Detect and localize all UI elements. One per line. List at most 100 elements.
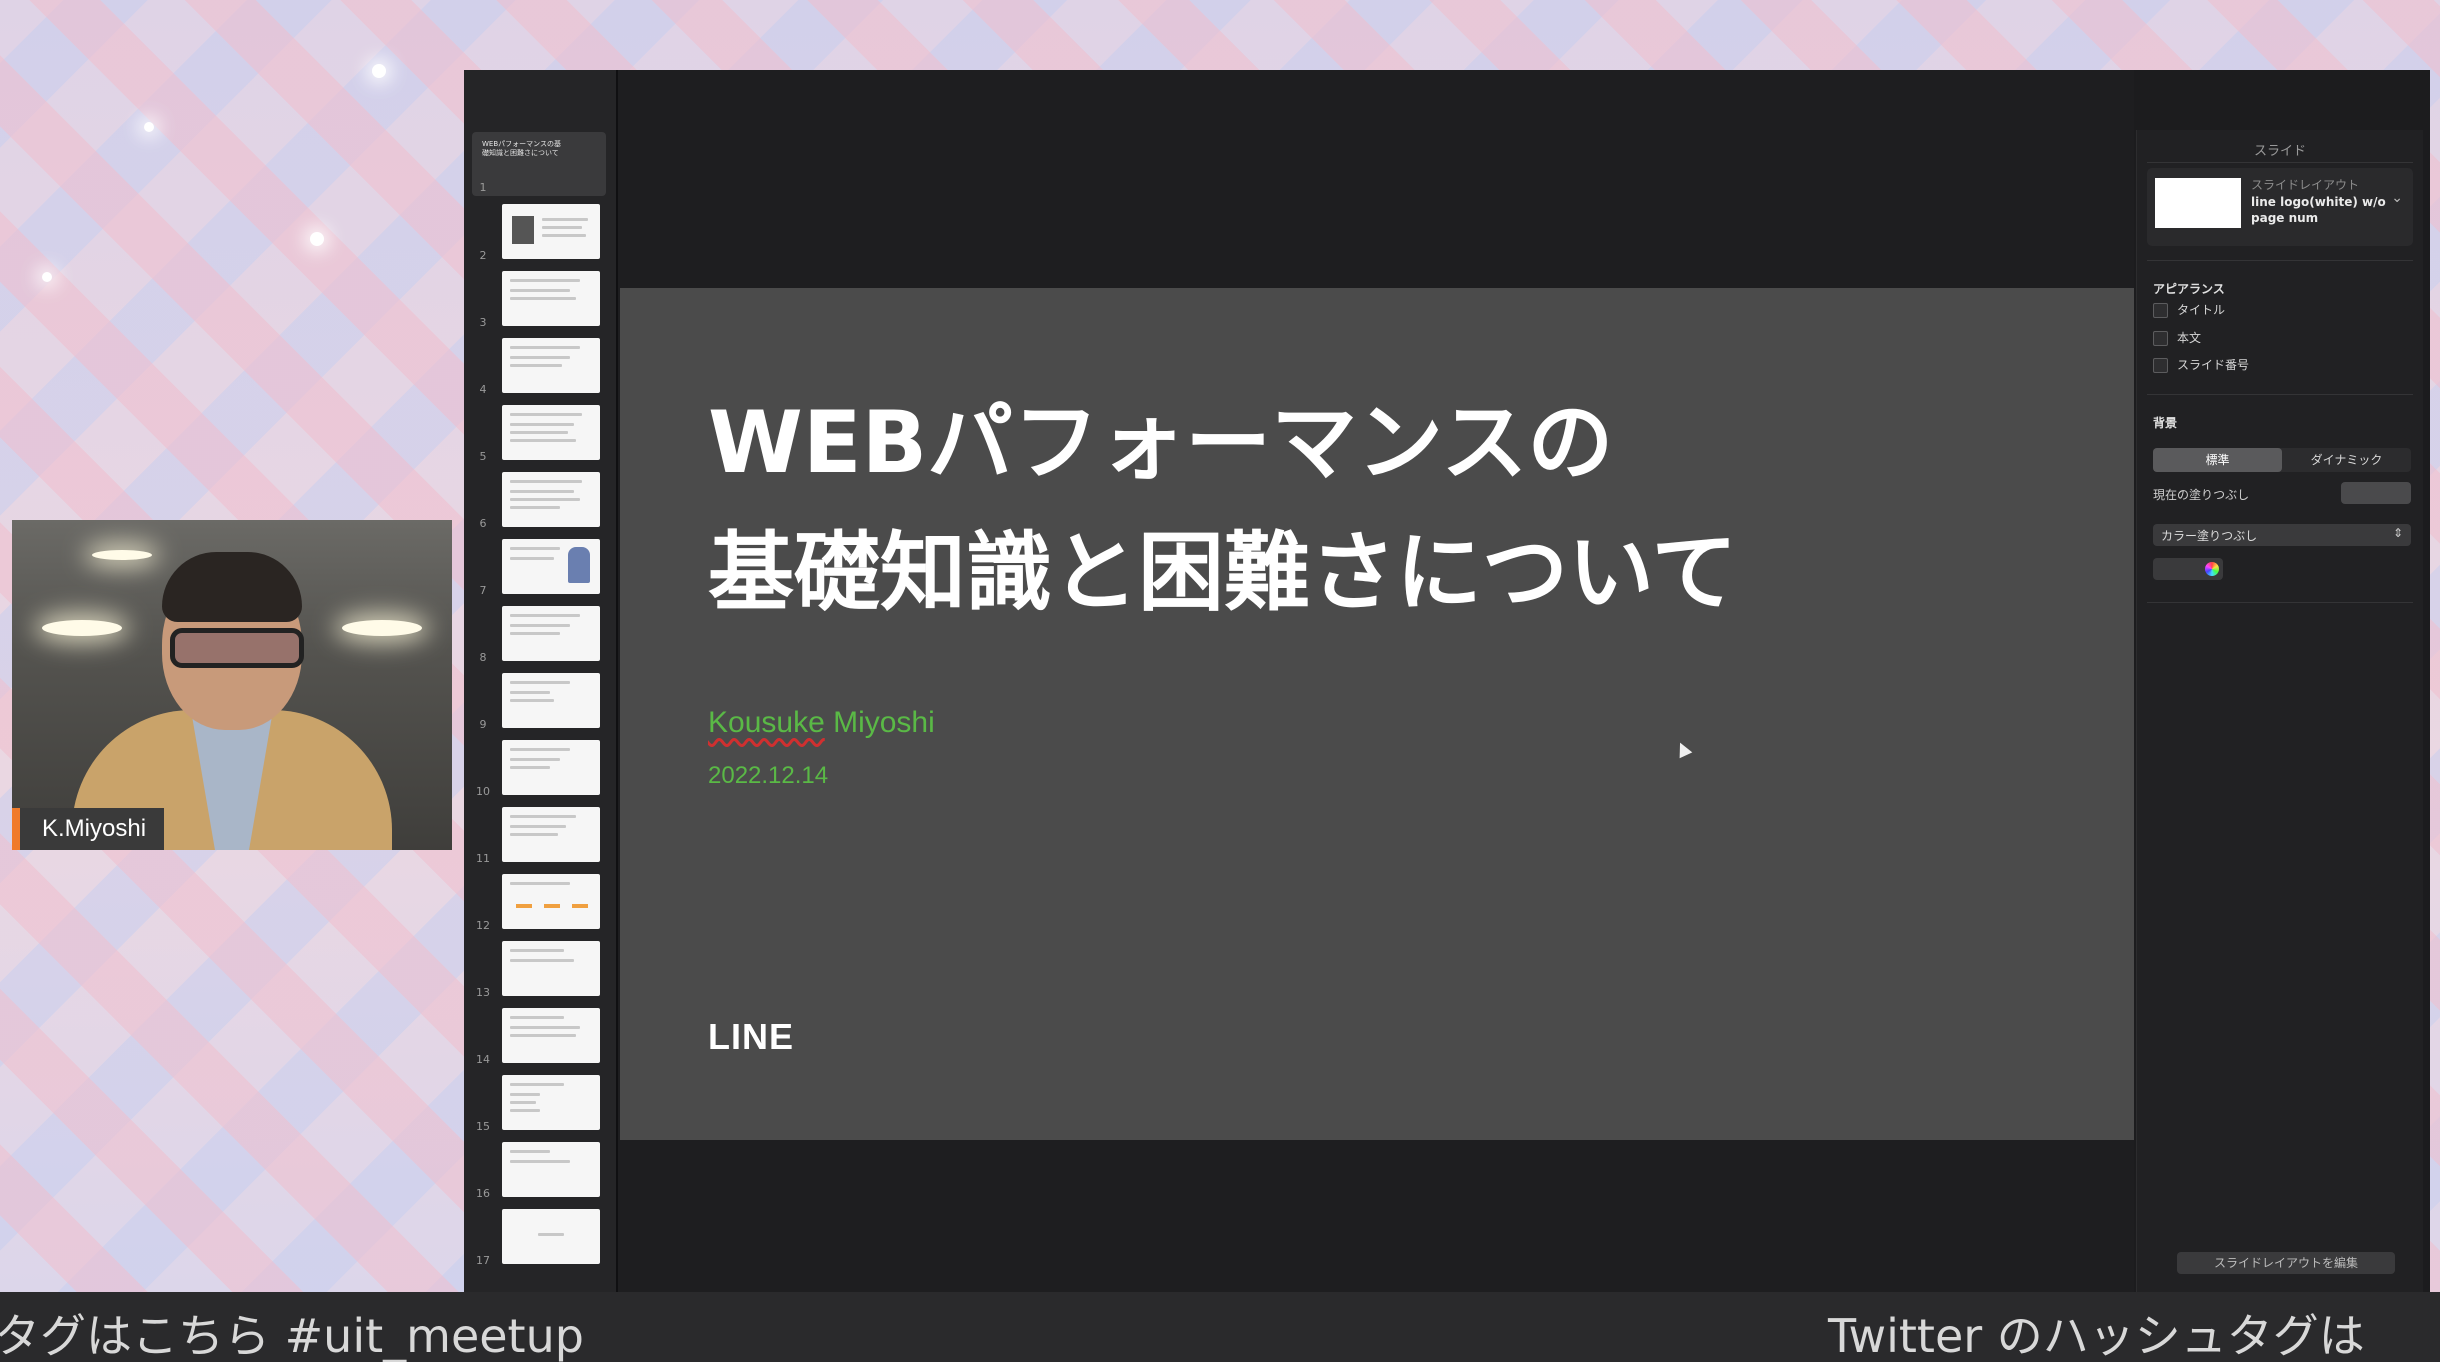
divider bbox=[2147, 260, 2413, 261]
format-inspector: スライド スライドレイアウト line logo(white) w/o page… bbox=[2136, 130, 2423, 1292]
slide-thumbnail-5[interactable]: 5 bbox=[464, 405, 616, 465]
slide-thumbnail-3[interactable]: 3 bbox=[464, 271, 616, 331]
divider bbox=[2147, 162, 2413, 163]
layout-label: スライドレイアウト bbox=[2251, 178, 2360, 192]
sparkle-decoration bbox=[310, 232, 324, 246]
slide-number: 17 bbox=[476, 1254, 490, 1267]
speaker-webcam bbox=[12, 520, 452, 850]
slide-number: 3 bbox=[479, 316, 487, 329]
slide-thumbnail-image bbox=[502, 405, 600, 460]
slide-number: 1 bbox=[479, 181, 487, 194]
slide-title-line: WEBパフォーマンスの bbox=[708, 393, 1614, 493]
slide-thumbnail-7[interactable]: 7 bbox=[464, 539, 616, 599]
current-fill-label: 現在の塗りつぶし bbox=[2153, 488, 2250, 502]
divider bbox=[2147, 394, 2413, 395]
slide-thumbnail-image bbox=[502, 204, 600, 259]
author-last-name: Miyoshi bbox=[824, 706, 935, 739]
background-label: 背景 bbox=[2153, 416, 2178, 430]
slide-number: 7 bbox=[479, 584, 487, 597]
slide-thumbnail-1[interactable]: WEBパフォーマンスの基礎知識と困難さについて 1 bbox=[472, 132, 606, 196]
slide-number: 12 bbox=[476, 919, 490, 932]
slide-thumbnail-image bbox=[502, 1008, 600, 1063]
ticker-text: Twitter のハッシュタグは bbox=[1828, 1309, 2365, 1362]
slide-layout-picker[interactable]: スライドレイアウト line logo(white) w/o page num … bbox=[2147, 168, 2413, 246]
slide-thumbnail-13[interactable]: 13 bbox=[464, 941, 616, 1001]
slide-number: 16 bbox=[476, 1187, 490, 1200]
speaker-name-tag: K.Miyoshi bbox=[12, 808, 165, 850]
slide-thumbnail-image bbox=[502, 271, 600, 326]
divider bbox=[2147, 602, 2413, 603]
slide-date[interactable]: 2022.12.14 bbox=[708, 762, 828, 790]
slide-thumbnail-image bbox=[502, 673, 600, 728]
fill-type-value: カラー塗りつぶし bbox=[2161, 529, 2258, 543]
slide-thumbnail-17[interactable]: 17 bbox=[464, 1209, 616, 1269]
slide-number: 9 bbox=[479, 718, 487, 731]
hashtag-ticker: タグはこちら #uit_meetup Twitter のハッシュタグは bbox=[0, 1292, 2440, 1362]
slide-thumbnail-image bbox=[502, 807, 600, 862]
edit-slide-layout-button[interactable]: スライドレイアウトを編集 bbox=[2177, 1252, 2395, 1274]
background-mode-segmented-control[interactable]: 標準 ダイナミック bbox=[2153, 448, 2411, 472]
slide-thumbnail-image bbox=[502, 1209, 600, 1264]
slide-editor[interactable]: WEBパフォーマンスの 基礎知識と困難さについて Kousuke Miyoshi… bbox=[620, 288, 2134, 1140]
slide-number: 11 bbox=[476, 852, 490, 865]
ceiling-light bbox=[342, 620, 422, 636]
chevron-down-icon[interactable]: ⌄ bbox=[2391, 190, 2403, 206]
slide-thumbnail-title: WEBパフォーマンスの基礎知識と困難さについて bbox=[482, 140, 562, 157]
slide-thumbnail-image bbox=[502, 1075, 600, 1130]
color-wheel-icon[interactable] bbox=[2205, 562, 2219, 576]
layout-value: line logo(white) w/o page num bbox=[2251, 195, 2386, 225]
slide-title-line: 基礎知識と困難さについて bbox=[708, 523, 1738, 623]
slide-thumbnail-10[interactable]: 10 bbox=[464, 740, 616, 800]
slide-thumbnail-16[interactable]: 16 bbox=[464, 1142, 616, 1202]
slide-thumbnail-9[interactable]: 9 bbox=[464, 673, 616, 733]
checkbox-label: スライド番号 bbox=[2177, 358, 2250, 372]
slide-thumbnail-image bbox=[502, 606, 600, 661]
appearance-label: アピアランス bbox=[2153, 282, 2225, 296]
inspector-tab-slide[interactable]: スライド bbox=[2137, 140, 2423, 159]
slide-number: 5 bbox=[479, 450, 487, 463]
slide-thumbnail-image bbox=[502, 874, 600, 929]
slide-thumbnail-15[interactable]: 15 bbox=[464, 1075, 616, 1135]
chevron-updown-icon: ⇕ bbox=[2392, 526, 2403, 540]
color-well[interactable] bbox=[2153, 558, 2223, 580]
slide-number: 13 bbox=[476, 986, 490, 999]
slide-thumbnail-8[interactable]: 8 bbox=[464, 606, 616, 666]
slide-thumbnail-6[interactable]: 6 bbox=[464, 472, 616, 532]
slide-number: 6 bbox=[479, 517, 487, 530]
author-first-name: Kousuke bbox=[708, 706, 825, 739]
slide-number: 15 bbox=[476, 1120, 490, 1133]
speaker-hair bbox=[162, 552, 302, 622]
slide-thumbnail-4[interactable]: 4 bbox=[464, 338, 616, 398]
slide-thumbnail-14[interactable]: 14 bbox=[464, 1008, 616, 1068]
speaker-glasses bbox=[170, 628, 304, 668]
segment-dynamic[interactable]: ダイナミック bbox=[2282, 448, 2411, 472]
slide-number: 8 bbox=[479, 651, 487, 664]
slide-number: 14 bbox=[476, 1053, 490, 1066]
slide-author[interactable]: Kousuke Miyoshi bbox=[708, 706, 935, 740]
slide-thumbnail-12[interactable]: 12 bbox=[464, 874, 616, 934]
slide-thumbnail-11[interactable]: 11 bbox=[464, 807, 616, 867]
slide-number: 4 bbox=[479, 383, 487, 396]
slide-thumbnail-image bbox=[502, 472, 600, 527]
fill-type-select[interactable]: カラー塗りつぶし ⇕ bbox=[2153, 524, 2411, 546]
checkbox-label: タイトル bbox=[2177, 303, 2226, 317]
sparkle-decoration bbox=[42, 272, 52, 282]
slide-number: 2 bbox=[479, 249, 487, 262]
sparkle-decoration bbox=[372, 64, 386, 78]
slide-title[interactable]: WEBパフォーマンスの 基礎知識と困難さについて bbox=[708, 378, 2088, 638]
checkbox[interactable] bbox=[2153, 303, 2168, 318]
slide-navigator[interactable]: WEBパフォーマンスの基礎知識と困難さについて 1 2 3 4 5 6 7 8 … bbox=[464, 70, 618, 1292]
line-logo: LINE bbox=[708, 1016, 795, 1057]
checkbox[interactable] bbox=[2153, 358, 2168, 373]
slide-thumbnail-image bbox=[502, 338, 600, 393]
keynote-window: WEBパフォーマンスの基礎知識と困難さについて 1 2 3 4 5 6 7 8 … bbox=[464, 70, 2430, 1292]
slide-thumbnail-image bbox=[502, 740, 600, 795]
ceiling-light bbox=[92, 550, 152, 560]
slide-thumbnail-image bbox=[502, 941, 600, 996]
current-fill-swatch[interactable] bbox=[2341, 482, 2411, 504]
slide-thumbnail-2[interactable]: 2 bbox=[464, 204, 616, 264]
segment-standard[interactable]: 標準 bbox=[2153, 448, 2282, 472]
layout-preview bbox=[2155, 178, 2241, 228]
ceiling-light bbox=[42, 620, 122, 636]
checkbox[interactable] bbox=[2153, 331, 2168, 346]
